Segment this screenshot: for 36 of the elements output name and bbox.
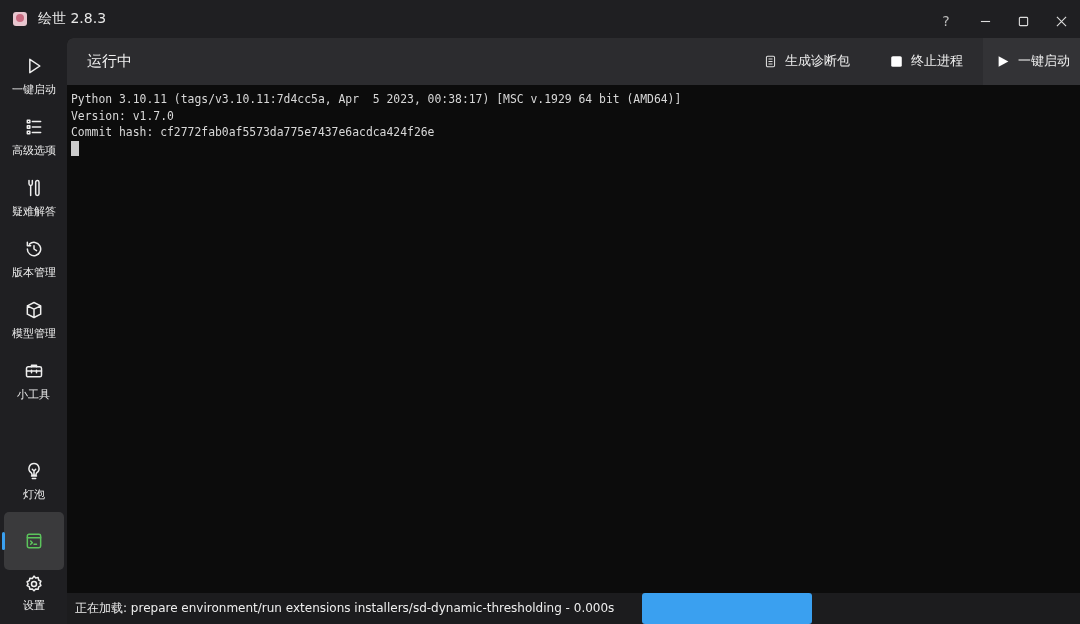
help-button[interactable]: ? [926, 13, 966, 29]
window-title: 绘世 2.8.3 [38, 10, 107, 28]
maximize-icon[interactable] [1018, 15, 1029, 27]
toolbox-icon [23, 361, 44, 381]
toolbar-button[interactable]: 生成诊断包 [744, 38, 870, 85]
nav-label: 灯泡 [22, 487, 45, 502]
nav-label: 小工具 [17, 387, 50, 402]
document-icon [764, 55, 777, 68]
nav-label: 模型管理 [11, 326, 56, 341]
page-title: 运行中 [87, 52, 132, 71]
status-text: 正在加载: prepare environment/run extensions installers/sd-dynamic-thresholding - 0.000s [75, 600, 615, 617]
console-line: Python 3.10.11 (tags/v3.10.11:7d4cc5a, Apr 5 2023, 00:38:17) [MSC v.1929 64 bit (AMD64)] [71, 91, 683, 108]
nav-item[interactable]: 版本管理 [3, 229, 64, 290]
nav-label: 一键启动 [11, 82, 56, 97]
nav-item[interactable] [3, 512, 64, 570]
text-cursor [71, 140, 79, 156]
stop-icon [890, 55, 903, 68]
nav-label: 设置 [22, 598, 45, 613]
gear-icon [23, 574, 44, 594]
nav-item[interactable]: 一键启动 [3, 46, 64, 107]
nav-item[interactable]: 高级选项 [3, 107, 64, 168]
nav-item[interactable]: 模型管理 [3, 290, 64, 351]
console-line: Version: v1.7.0 [71, 107, 175, 124]
nav-label: 高级选项 [11, 143, 56, 158]
nav-item[interactable]: 小工具 [3, 351, 64, 412]
nav-label: 疑难解答 [11, 204, 56, 219]
app-logo-icon [12, 11, 28, 27]
toolbar-button[interactable]: 终止进程 [870, 38, 983, 85]
nav-item[interactable]: 设置 [3, 570, 64, 624]
play-icon [997, 55, 1010, 68]
console-line: Commit hash: cf2772fab0af5573da775e7437e6acdca424f26e [71, 124, 436, 141]
toolbar-button[interactable]: 一键启动 [983, 38, 1080, 85]
nav-item[interactable]: 疑难解答 [3, 168, 64, 229]
nav-label: 版本管理 [11, 265, 56, 280]
close-icon[interactable] [1056, 15, 1067, 27]
nav-item[interactable]: 灯泡 [3, 451, 64, 512]
